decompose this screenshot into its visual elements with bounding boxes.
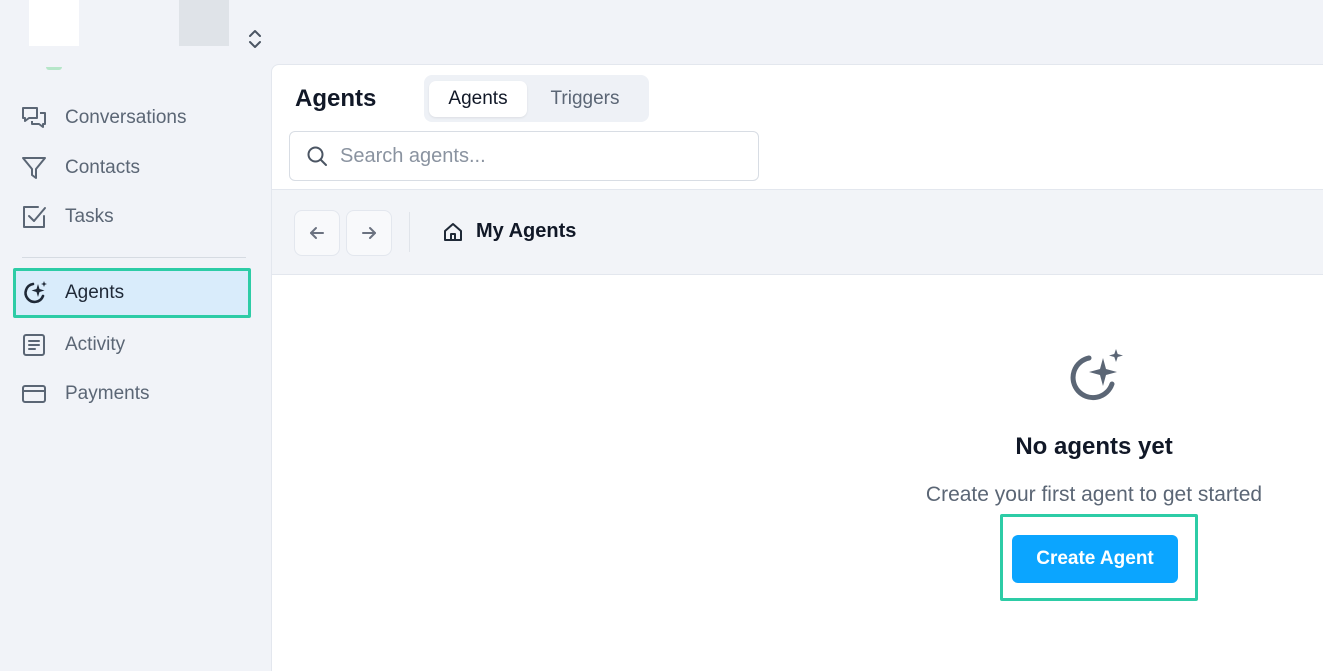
sidebar-item-tasks[interactable]: Tasks xyxy=(13,192,251,242)
sidebar-item-label: Contacts xyxy=(65,157,140,178)
breadcrumb-divider xyxy=(409,212,410,252)
page-title: Agents xyxy=(295,85,377,112)
arrow-right-icon xyxy=(362,227,376,239)
sidebar-divider xyxy=(22,257,246,258)
sidebar-item-agents[interactable]: Agents xyxy=(13,268,251,318)
arrow-left-icon xyxy=(310,227,324,239)
sidebar-item-label: Conversations xyxy=(65,107,187,128)
sidebar-item-label: Agents xyxy=(65,282,125,303)
forward-button[interactable] xyxy=(346,210,392,256)
create-agent-button[interactable]: Create Agent xyxy=(1012,535,1178,583)
credit-card-icon xyxy=(19,379,49,409)
workspace-avatar[interactable] xyxy=(179,0,229,46)
search-box xyxy=(289,131,759,181)
document-list-icon xyxy=(19,330,49,360)
tab-agents[interactable]: Agents xyxy=(429,80,527,117)
sidebar-item-conversations[interactable]: Conversations xyxy=(13,93,251,143)
app-logo xyxy=(29,0,79,46)
agent-sparkle-icon xyxy=(19,278,49,308)
agent-sparkle-icon xyxy=(1062,345,1126,409)
status-indicator xyxy=(46,67,62,70)
tab-triggers[interactable]: Triggers xyxy=(527,81,643,117)
sidebar-item-contacts[interactable]: Contacts xyxy=(13,143,251,193)
main-panel: Agents Agents Triggers My Agents No agen… xyxy=(271,64,1323,671)
empty-state-subtitle: Create your first agent to get started xyxy=(925,483,1263,506)
checkbox-icon xyxy=(19,202,49,232)
tab-bar: Agents Triggers xyxy=(424,75,649,122)
home-icon xyxy=(442,221,464,243)
sidebar-item-payments[interactable]: Payments xyxy=(13,369,251,419)
filter-funnel-icon xyxy=(19,153,49,183)
search-icon xyxy=(306,145,328,167)
workspace-switcher[interactable] xyxy=(244,27,266,51)
back-button[interactable] xyxy=(294,210,340,256)
search-input[interactable] xyxy=(340,144,740,168)
breadcrumb-label: My Agents xyxy=(476,220,577,242)
breadcrumb-bar: My Agents xyxy=(272,189,1323,275)
sidebar-item-label: Payments xyxy=(65,383,150,404)
sidebar-item-activity[interactable]: Activity xyxy=(13,320,251,370)
chevron-up-down-icon xyxy=(249,30,261,48)
breadcrumb[interactable]: My Agents xyxy=(442,220,576,243)
chat-bubbles-icon xyxy=(19,103,49,133)
sidebar-item-label: Tasks xyxy=(65,206,114,227)
sidebar-item-label: Activity xyxy=(65,334,126,355)
empty-state-title: No agents yet xyxy=(1015,433,1173,460)
